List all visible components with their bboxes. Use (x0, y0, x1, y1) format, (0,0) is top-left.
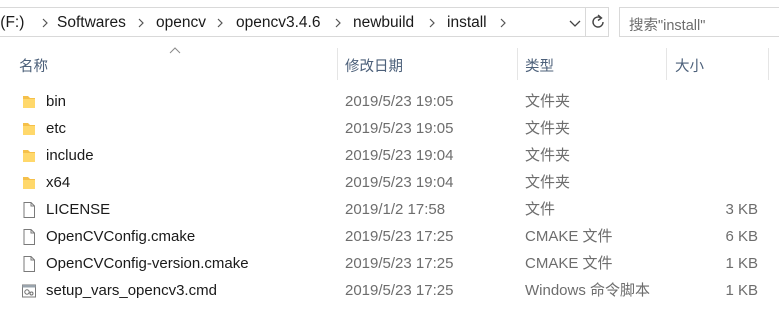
folder-icon (21, 147, 37, 165)
chevron-right-icon[interactable] (498, 14, 508, 32)
search-box[interactable]: 搜索"install" (619, 7, 779, 37)
file-date: 2019/5/23 19:04 (345, 147, 454, 164)
file-name: etc (46, 120, 67, 137)
file-size: 3 KB (725, 201, 758, 218)
file-size: 1 KB (725, 255, 758, 272)
file-icon (21, 255, 37, 273)
column-header-name[interactable]: 名称 (19, 55, 48, 76)
file-type: CMAKE 文件 (525, 255, 613, 272)
breadcrumb-install[interactable]: install (447, 14, 487, 32)
file-date: 2019/5/23 17:25 (345, 228, 454, 245)
column-header-size[interactable]: 大小 (675, 55, 704, 76)
search-input[interactable]: 搜索"install" (629, 14, 705, 35)
file-date: 2019/5/23 19:05 (345, 93, 454, 110)
file-date: 2019/5/23 17:25 (345, 282, 454, 299)
file-row[interactable]: OpenCVConfig.cmake 2019/5/23 17:25 CMAKE… (0, 223, 779, 250)
sort-ascending-icon (169, 47, 181, 54)
file-explorer-window: (F:) Softwares opencv opencv3.4.6 newbui… (0, 0, 779, 335)
file-row[interactable]: x64 2019/5/23 19:04 文件夹 (0, 169, 779, 196)
chevron-right-icon[interactable] (215, 14, 225, 32)
breadcrumb-newbuild[interactable]: newbuild (353, 14, 414, 32)
folder-icon (21, 174, 37, 192)
file-type: 文件 (525, 201, 556, 218)
file-size: 6 KB (725, 228, 758, 245)
file-name: LICENSE (46, 201, 111, 218)
file-name: x64 (46, 174, 71, 191)
file-row[interactable]: include 2019/5/23 19:04 文件夹 (0, 142, 779, 169)
breadcrumb-opencv346[interactable]: opencv3.4.6 (236, 14, 320, 32)
column-header-date[interactable]: 修改日期 (345, 55, 403, 76)
file-type: 文件夹 (525, 120, 571, 137)
file-date: 2019/5/23 17:25 (345, 255, 454, 272)
chevron-down-icon[interactable] (567, 15, 583, 31)
file-row[interactable]: LICENSE 2019/1/2 17:58 文件 3 KB (0, 196, 779, 223)
file-name: bin (46, 93, 67, 110)
column-divider[interactable] (768, 48, 769, 80)
file-name: OpenCVConfig.cmake (46, 228, 196, 245)
file-size: 1 KB (725, 282, 758, 299)
cmd-script-icon (21, 282, 37, 300)
file-date: 2019/1/2 17:58 (345, 201, 446, 218)
file-type: Windows 命令脚本 (525, 282, 651, 299)
column-divider[interactable] (337, 48, 338, 80)
chevron-right-icon[interactable] (427, 14, 437, 32)
file-icon (21, 201, 37, 219)
file-type: CMAKE 文件 (525, 228, 613, 245)
breadcrumb-drive[interactable]: (F:) (0, 14, 24, 32)
file-list: bin 2019/5/23 19:05 文件夹 etc 2019/5/23 19… (0, 88, 779, 304)
breadcrumb-softwares[interactable]: Softwares (57, 14, 126, 32)
file-type: 文件夹 (525, 147, 571, 164)
file-row[interactable]: OpenCVConfig-version.cmake 2019/5/23 17:… (0, 250, 779, 277)
file-row[interactable]: bin 2019/5/23 19:05 文件夹 (0, 88, 779, 115)
file-name: include (46, 147, 94, 164)
file-name: OpenCVConfig-version.cmake (46, 255, 249, 272)
folder-icon (21, 120, 37, 138)
refresh-button[interactable] (585, 8, 609, 36)
refresh-icon (592, 14, 604, 28)
column-divider[interactable] (517, 48, 518, 80)
column-header-type[interactable]: 类型 (525, 55, 554, 76)
file-date: 2019/5/23 19:04 (345, 174, 454, 191)
file-row[interactable]: setup_vars_opencv3.cmd 2019/5/23 17:25 W… (0, 277, 779, 304)
chevron-right-icon[interactable] (40, 14, 50, 32)
breadcrumb-opencv[interactable]: opencv (156, 14, 206, 32)
column-divider[interactable] (666, 48, 667, 80)
folder-icon (21, 93, 37, 111)
file-date: 2019/5/23 19:05 (345, 120, 454, 137)
file-type: 文件夹 (525, 174, 571, 191)
file-type: 文件夹 (525, 93, 571, 110)
chevron-right-icon[interactable] (136, 14, 146, 32)
file-row[interactable]: etc 2019/5/23 19:05 文件夹 (0, 115, 779, 142)
chevron-right-icon[interactable] (333, 14, 343, 32)
navigation-bar: (F:) Softwares opencv opencv3.4.6 newbui… (0, 0, 779, 46)
file-icon (21, 228, 37, 246)
file-name: setup_vars_opencv3.cmd (46, 282, 217, 299)
